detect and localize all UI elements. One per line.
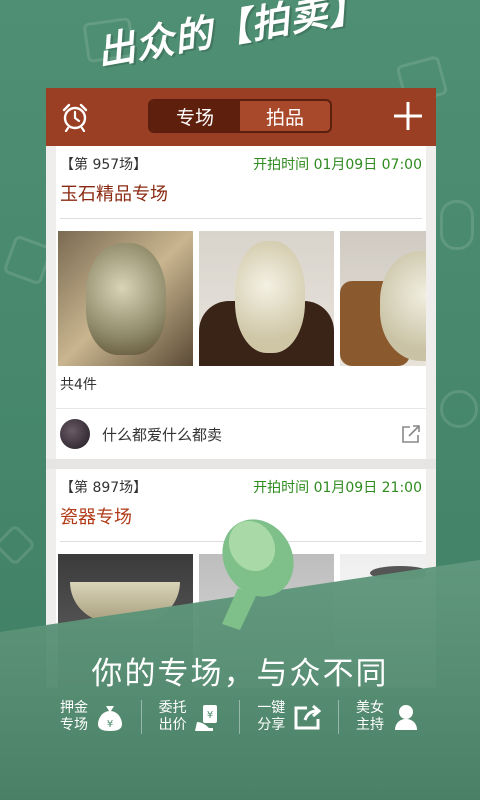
headline: 出众的【拍卖】 bbox=[0, 0, 480, 94]
session-number: 【第 897场】 bbox=[60, 480, 148, 496]
item-thumbnail[interactable] bbox=[340, 231, 426, 366]
segmented-control: 专场 拍品 bbox=[148, 99, 332, 133]
separator bbox=[140, 700, 142, 734]
share-icon[interactable] bbox=[400, 423, 422, 445]
item-thumbnail[interactable] bbox=[199, 231, 334, 366]
start-time: 开拍时间 01月09日 07:00 bbox=[253, 157, 422, 173]
hand-money-icon: ¥ bbox=[194, 705, 217, 731]
seller-row[interactable]: 什么都爱什么都卖 bbox=[56, 408, 426, 459]
feature-label: 一键 bbox=[257, 700, 286, 716]
svg-text:¥: ¥ bbox=[107, 719, 113, 730]
phone-screen: 专场 拍品 【第 957场】 开拍时间 01月09日 07:00 玉石精品专场 bbox=[46, 88, 436, 688]
top-bar: 专场 拍品 bbox=[46, 88, 436, 146]
feature-share: 一键 分享 bbox=[257, 700, 322, 734]
session-number: 【第 957场】 bbox=[60, 157, 148, 173]
feature-label: 专场 bbox=[60, 717, 88, 733]
separator bbox=[239, 700, 241, 734]
decor-shape bbox=[0, 523, 37, 567]
host-icon bbox=[394, 705, 417, 730]
session-title: 玉石精品专场 bbox=[60, 184, 168, 205]
tab-items[interactable]: 拍品 bbox=[240, 101, 330, 131]
tagline: 你的专场，与众不同 bbox=[91, 656, 389, 692]
feature-label: 美女 bbox=[355, 700, 384, 716]
add-icon[interactable] bbox=[392, 100, 424, 132]
money-bag-icon: ¥ bbox=[98, 706, 122, 731]
feature-list: 押金 专场 ¥ 委托 出价 ¥ 一键 分享 美女 主持 bbox=[60, 700, 420, 734]
feature-label: 主持 bbox=[355, 717, 384, 733]
thumbnail-row bbox=[56, 219, 426, 366]
item-count: 共4件 bbox=[60, 377, 97, 393]
svg-text:¥: ¥ bbox=[206, 710, 212, 721]
feature-proxy-bid: 委托 出价 ¥ bbox=[159, 700, 223, 734]
card-gap bbox=[46, 459, 436, 469]
feature-label: 押金 bbox=[60, 700, 88, 716]
feature-label: 分享 bbox=[257, 717, 286, 733]
share-icon bbox=[294, 704, 322, 730]
alarm-clock-icon[interactable] bbox=[60, 102, 90, 132]
decor-shape bbox=[440, 200, 474, 250]
avatar[interactable] bbox=[60, 419, 90, 449]
session-card[interactable]: 【第 957场】 开拍时间 01月09日 07:00 玉石精品专场 共4件 什么… bbox=[56, 146, 426, 459]
feature-deposit: 押金 专场 ¥ bbox=[60, 700, 124, 734]
separator bbox=[338, 700, 340, 734]
feature-label: 委托 bbox=[158, 700, 187, 716]
decor-shape bbox=[440, 390, 478, 428]
session-title: 瓷器专场 bbox=[60, 507, 132, 528]
tab-sessions[interactable]: 专场 bbox=[150, 101, 240, 131]
feature-host: 美女 主持 bbox=[356, 700, 420, 734]
seller-name: 什么都爱什么都卖 bbox=[102, 425, 223, 444]
start-time: 开拍时间 01月09日 21:00 bbox=[253, 480, 422, 496]
feature-label: 出价 bbox=[158, 717, 187, 733]
item-thumbnail[interactable] bbox=[58, 231, 193, 366]
